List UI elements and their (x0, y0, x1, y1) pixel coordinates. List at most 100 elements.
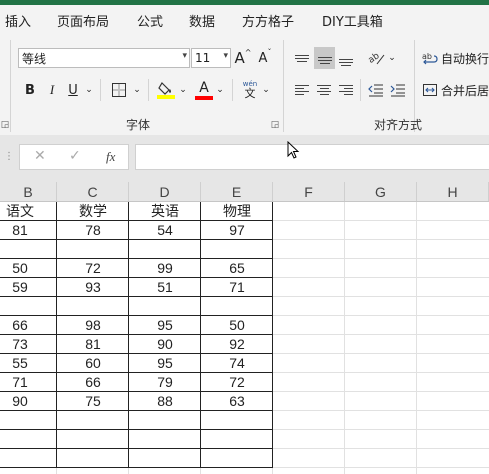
table-cell[interactable]: 73 (0, 335, 40, 354)
table-cell[interactable] (201, 297, 273, 316)
align-middle-button[interactable] (314, 47, 335, 69)
align-top-button[interactable] (292, 48, 312, 68)
table-header-cell[interactable]: 物理 (201, 202, 273, 221)
tab-diy-toolbox[interactable]: DIY工具箱 (322, 11, 383, 30)
wrap-text-button[interactable]: ab 自动换行 (422, 48, 489, 68)
table-cell[interactable]: 90 (0, 392, 40, 411)
table-cell[interactable]: 66 (57, 373, 129, 392)
table-cell[interactable]: 55 (0, 354, 40, 373)
table-cell[interactable] (57, 449, 129, 468)
worksheet-grid[interactable]: 语文 数学 英语 物理 81 78 54 97 50 72 99 65 59 93 51 71 66 98 95 50… (0, 202, 489, 474)
insert-function-icon[interactable]: fx (106, 149, 115, 165)
column-header-g[interactable]: G (345, 182, 417, 201)
table-cell[interactable]: 59 (0, 278, 40, 297)
grow-font-button[interactable]: A ^ (234, 48, 252, 68)
font-size-combo[interactable]: 11 ▾ (191, 48, 231, 68)
align-center-button[interactable] (314, 80, 334, 100)
table-cell[interactable] (129, 297, 201, 316)
table-cell[interactable]: 92 (201, 335, 273, 354)
table-cell[interactable]: 51 (129, 278, 201, 297)
table-cell[interactable]: 63 (201, 392, 273, 411)
font-name-combo[interactable]: 等线 ▾ (18, 48, 190, 68)
table-cell[interactable] (57, 430, 129, 449)
table-cell[interactable] (201, 430, 273, 449)
table-cell[interactable]: 50 (0, 259, 40, 278)
column-header-f[interactable]: F (273, 182, 345, 201)
orientation-button[interactable]: ab (366, 48, 386, 68)
borders-button[interactable] (108, 80, 130, 100)
table-cell[interactable]: 74 (201, 354, 273, 373)
table-header-cell[interactable]: 语文 (0, 202, 40, 221)
table-header-cell[interactable]: 英语 (129, 202, 201, 221)
orientation-dropdown[interactable]: ⌄ (387, 48, 397, 68)
table-cell[interactable]: 72 (201, 373, 273, 392)
table-cell[interactable] (129, 240, 201, 259)
table-cell[interactable]: 66 (0, 316, 40, 335)
align-bottom-button[interactable] (336, 48, 356, 68)
font-color-dropdown[interactable]: ⌄ (215, 80, 225, 100)
tab-page-layout[interactable]: 页面布局 (57, 11, 109, 30)
table-cell[interactable]: 60 (57, 354, 129, 373)
tab-insert[interactable]: 插入 (5, 11, 31, 30)
increase-indent-button[interactable] (388, 80, 408, 100)
table-cell[interactable]: 88 (129, 392, 201, 411)
underline-button[interactable]: U (65, 80, 81, 100)
table-cell[interactable] (57, 411, 129, 430)
table-cell[interactable]: 81 (57, 335, 129, 354)
table-cell[interactable] (201, 411, 273, 430)
table-cell[interactable]: 71 (0, 373, 40, 392)
table-cell[interactable]: 93 (57, 278, 129, 297)
table-cell[interactable]: 78 (57, 221, 129, 240)
column-header-d[interactable]: D (129, 182, 201, 201)
table-header-cell[interactable]: 数学 (57, 202, 129, 221)
table-cell[interactable] (129, 411, 201, 430)
table-cell[interactable] (129, 430, 201, 449)
borders-dropdown[interactable]: ⌄ (132, 80, 142, 100)
table-cell[interactable] (201, 240, 273, 259)
font-dialog-launcher-icon[interactable]: ◲ (270, 120, 280, 130)
column-header-b[interactable]: B (0, 182, 57, 201)
table-cell[interactable]: 81 (0, 221, 40, 240)
name-box-grip[interactable]: ⋮ (0, 144, 14, 170)
column-header-h[interactable]: H (417, 182, 489, 201)
table-cell[interactable]: 90 (129, 335, 201, 354)
table-cell[interactable]: 75 (57, 392, 129, 411)
shrink-font-button[interactable]: Aˇ (256, 48, 274, 68)
launcher-icon[interactable]: ◲ (0, 120, 10, 130)
tab-data[interactable]: 数据 (189, 11, 215, 30)
fill-color-dropdown[interactable]: ⌄ (178, 80, 188, 100)
tab-formulas[interactable]: 公式 (137, 11, 163, 30)
align-right-button[interactable] (336, 80, 356, 100)
table-cell[interactable]: 72 (57, 259, 129, 278)
table-cell[interactable]: 79 (129, 373, 201, 392)
table-cell[interactable]: 99 (129, 259, 201, 278)
table-cell[interactable] (57, 297, 129, 316)
table-cell[interactable]: 98 (57, 316, 129, 335)
formula-input[interactable] (135, 144, 489, 170)
font-color-button[interactable]: A (194, 78, 214, 102)
table-cell[interactable] (0, 411, 40, 430)
align-left-button[interactable] (292, 80, 312, 100)
phonetic-guide-button[interactable]: wén 文 (240, 78, 260, 102)
merge-center-button[interactable]: 合并后居 (422, 80, 489, 100)
column-header-c[interactable]: C (57, 182, 129, 201)
table-cell[interactable]: 95 (129, 316, 201, 335)
table-cell[interactable] (0, 449, 40, 468)
table-cell[interactable] (129, 449, 201, 468)
fill-color-button[interactable] (155, 78, 177, 102)
table-cell[interactable] (201, 449, 273, 468)
table-cell[interactable]: 54 (129, 221, 201, 240)
enter-icon[interactable]: ✓ (69, 148, 81, 164)
column-header-e[interactable]: E (201, 182, 273, 201)
italic-button[interactable]: I (44, 80, 60, 100)
cancel-icon[interactable]: ✕ (34, 148, 46, 164)
bold-button[interactable]: B (22, 80, 38, 100)
table-cell[interactable]: 65 (201, 259, 273, 278)
table-cell[interactable]: 71 (201, 278, 273, 297)
table-cell[interactable]: 97 (201, 221, 273, 240)
table-cell[interactable] (0, 240, 40, 259)
phonetic-dropdown[interactable]: ⌄ (261, 80, 271, 100)
decrease-indent-button[interactable] (366, 80, 386, 100)
table-cell[interactable]: 95 (129, 354, 201, 373)
underline-dropdown[interactable]: ⌄ (84, 80, 94, 100)
